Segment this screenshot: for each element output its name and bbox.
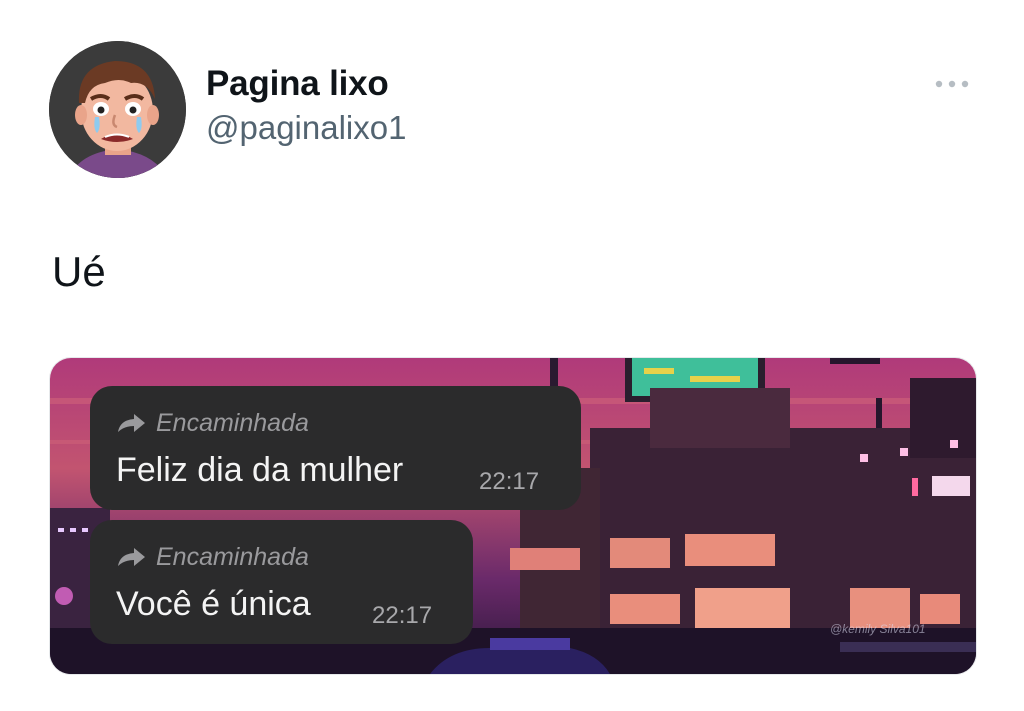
- message-bubble[interactable]: Encaminhada Você é única 22:17: [90, 520, 473, 644]
- message-time: 22:17: [372, 602, 433, 629]
- crying-face-icon: [49, 41, 186, 178]
- forward-arrow-icon: [118, 548, 145, 566]
- image-watermark: @kemily Silva101: [830, 622, 926, 636]
- user-handle[interactable]: @paginalixo1: [206, 108, 406, 148]
- tweet-text: Ué: [52, 248, 106, 295]
- message-text: Feliz dia da mulher: [116, 451, 404, 489]
- avatar[interactable]: [49, 41, 186, 178]
- tweet-media-image[interactable]: Encaminhada Feliz dia da mulher 22:17 En…: [49, 357, 977, 675]
- forward-arrow-icon: [118, 414, 145, 432]
- more-options-button[interactable]: [928, 70, 976, 98]
- forwarded-indicator: Encaminhada: [116, 542, 309, 572]
- more-horizontal-icon: [935, 80, 969, 88]
- tweet: Pagina lixo @paginalixo1 Ué Encaminhada …: [0, 0, 1024, 711]
- display-name[interactable]: Pagina lixo: [206, 62, 406, 106]
- message-bubble[interactable]: Encaminhada Feliz dia da mulher 22:17: [90, 386, 581, 510]
- forwarded-indicator: Encaminhada: [116, 408, 309, 438]
- message-time: 22:17: [479, 468, 540, 495]
- user-info: Pagina lixo @paginalixo1: [206, 62, 406, 148]
- forwarded-label: Encaminhada: [156, 409, 309, 437]
- message-text: Você é única: [116, 585, 311, 623]
- forwarded-label: Encaminhada: [156, 543, 309, 571]
